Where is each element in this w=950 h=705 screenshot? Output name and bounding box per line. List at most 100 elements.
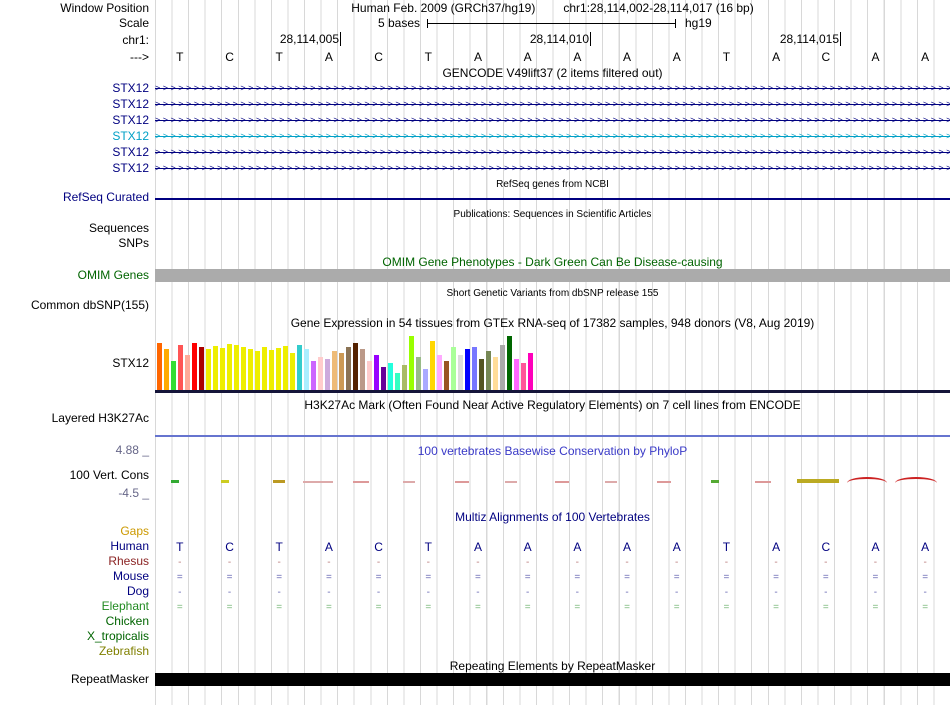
alignment-gap-mark: =	[673, 602, 680, 613]
gtex-tissue-bar[interactable]	[507, 336, 512, 391]
gtex-tissue-bar[interactable]	[227, 344, 232, 391]
track-labels-column: Window Position Scale chr1: ---> STX12 S…	[0, 0, 153, 705]
base-letter: A	[871, 50, 880, 64]
gene-track-row[interactable]: >>>>>>>>>>>>>>>>>>>>>>>>>>>>>>>>>>>>>>>>…	[155, 161, 950, 176]
gtex-tissue-bar[interactable]	[255, 351, 260, 391]
gtex-tissue-bar[interactable]	[157, 343, 162, 391]
gtex-tissue-bar[interactable]	[276, 348, 281, 391]
omim-title: OMIM Gene Phenotypes - Dark Green Can Be…	[382, 255, 723, 269]
gtex-tissue-bar[interactable]	[430, 341, 435, 391]
gtex-tissue-bar[interactable]	[199, 347, 204, 391]
label-layered-h3k27ac: Layered H3K27Ac	[51, 411, 149, 425]
label-snps: SNPs	[118, 236, 149, 250]
gtex-tissue-bar[interactable]	[297, 345, 302, 391]
gtex-tissue-bar[interactable]	[500, 345, 505, 391]
gtex-tissue-bar[interactable]	[290, 353, 295, 391]
label-chrom: chr1:	[122, 33, 149, 47]
gtex-tissue-bar[interactable]	[437, 355, 442, 391]
ruler-position-label: 28,114,005	[279, 32, 339, 46]
gtex-tissue-bar[interactable]	[318, 357, 323, 391]
repeatmasker-track[interactable]	[155, 673, 950, 686]
gtex-tissue-bar[interactable]	[514, 359, 519, 391]
gtex-tissue-bar[interactable]	[241, 347, 246, 391]
gtex-tissue-bar[interactable]	[416, 357, 421, 391]
conservation-mark	[221, 480, 229, 483]
gtex-tissue-bar[interactable]	[528, 353, 533, 391]
gene-track-row[interactable]: >>>>>>>>>>>>>>>>>>>>>>>>>>>>>>>>>>>>>>>>…	[155, 145, 950, 160]
multiz-row-mouse[interactable]: = = = = = = = = = = = = = = = =	[155, 570, 950, 585]
phylop-marks[interactable]	[155, 476, 950, 488]
label-species-gaps: Gaps	[120, 524, 149, 538]
refseq-curated-track[interactable]	[155, 198, 950, 200]
gene-track-row[interactable]: >>>>>>>>>>>>>>>>>>>>>>>>>>>>>>>>>>>>>>>>…	[155, 129, 950, 144]
h3k27ac-track[interactable]	[155, 435, 950, 437]
gtex-tissue-bar[interactable]	[479, 359, 484, 391]
gene-track-row[interactable]: >>>>>>>>>>>>>>>>>>>>>>>>>>>>>>>>>>>>>>>>…	[155, 81, 950, 96]
gtex-tissue-bar[interactable]	[465, 349, 470, 391]
gtex-tissue-bar[interactable]	[178, 345, 183, 391]
conservation-mark	[605, 481, 617, 483]
position-ruler[interactable]: 28,114,005 28,114,010 28,114,015	[155, 32, 950, 47]
multiz-row-elephant[interactable]: = = = = = = = = = = = = = = = =	[155, 600, 950, 615]
gtex-tissue-bar[interactable]	[360, 349, 365, 391]
gtex-tissue-bar[interactable]	[346, 347, 351, 391]
gtex-tissue-bar[interactable]	[444, 361, 449, 391]
alignment-gap-mark: -	[178, 557, 182, 568]
gtex-tissue-bar[interactable]	[164, 349, 169, 391]
gtex-tissue-bar[interactable]	[304, 349, 309, 391]
gtex-tissue-bar[interactable]	[185, 355, 190, 391]
gtex-tissue-bar[interactable]	[451, 347, 456, 391]
gtex-bars[interactable]	[157, 334, 533, 391]
gtex-tissue-bar[interactable]	[339, 353, 344, 391]
gtex-tissue-bar[interactable]	[367, 361, 372, 391]
alignment-gap-mark: -	[376, 557, 381, 568]
gtex-tissue-bar[interactable]	[493, 357, 498, 391]
gtex-tissue-bar[interactable]	[388, 363, 393, 391]
gtex-tissue-bar[interactable]	[472, 347, 477, 391]
dbsnp-title: Short Genetic Variants from dbSNP releas…	[446, 288, 659, 299]
alignment-gap-mark: -	[724, 587, 729, 598]
gtex-tissue-bar[interactable]	[409, 336, 414, 391]
gtex-tissue-bar[interactable]	[423, 369, 428, 391]
multiz-row-human[interactable]: TCTACTAAAAATACAA	[155, 540, 950, 555]
gtex-tissue-bar[interactable]	[374, 355, 379, 391]
gtex-tissue-bar[interactable]	[325, 359, 330, 391]
multiz-row-gaps[interactable]	[155, 525, 950, 540]
gtex-tissue-bar[interactable]	[395, 373, 400, 391]
gtex-tissue-bar[interactable]	[234, 345, 239, 391]
gtex-tissue-bar[interactable]	[283, 346, 288, 391]
multiz-row-xtropicalis[interactable]	[155, 630, 950, 645]
gtex-tissue-bar[interactable]	[311, 361, 316, 391]
gtex-tissue-bar[interactable]	[381, 367, 386, 391]
multiz-row-chicken[interactable]	[155, 615, 950, 630]
base-letter: C	[225, 540, 234, 554]
multiz-row-zebrafish[interactable]	[155, 645, 950, 660]
gtex-tissue-bar[interactable]	[262, 347, 267, 391]
gene-track-row[interactable]: >>>>>>>>>>>>>>>>>>>>>>>>>>>>>>>>>>>>>>>>…	[155, 97, 950, 112]
gtex-tissue-bar[interactable]	[486, 351, 491, 391]
multiz-row-dog[interactable]: ----------------	[155, 585, 950, 600]
gtex-tissue-bar[interactable]	[521, 363, 526, 391]
base-letter: A	[573, 540, 582, 554]
gtex-tissue-bar[interactable]	[171, 361, 176, 391]
gtex-tissue-bar[interactable]	[220, 348, 225, 391]
gtex-tissue-bar[interactable]	[192, 343, 197, 391]
gtex-tissue-bar[interactable]	[402, 365, 407, 391]
alignment-gap-mark: =	[872, 602, 879, 613]
gtex-tissue-bar[interactable]	[206, 349, 211, 391]
gtex-tissue-bar[interactable]	[248, 349, 253, 391]
gene-track-row[interactable]: >>>>>>>>>>>>>>>>>>>>>>>>>>>>>>>>>>>>>>>>…	[155, 113, 950, 128]
base-letter: A	[871, 540, 880, 554]
gtex-tissue-bar[interactable]	[213, 346, 218, 391]
multiz-row-rhesus[interactable]: ----------------	[155, 555, 950, 570]
gtex-tissue-bar[interactable]	[458, 355, 463, 391]
gtex-tissue-bar[interactable]	[332, 351, 337, 391]
tracks-area[interactable]: Human Feb. 2009 (GRCh37/hg19) chr1:28,11…	[155, 0, 950, 705]
alignment-gap-mark: =	[475, 602, 481, 613]
alignment-gap-mark: -	[277, 557, 281, 568]
gtex-tissue-bar[interactable]	[353, 343, 358, 391]
omim-genes-track[interactable]	[155, 269, 950, 282]
alignment-gap-mark: -	[525, 587, 530, 598]
gtex-tissue-bar[interactable]	[269, 350, 274, 391]
scale-row: 5 bases hg19	[155, 16, 950, 31]
